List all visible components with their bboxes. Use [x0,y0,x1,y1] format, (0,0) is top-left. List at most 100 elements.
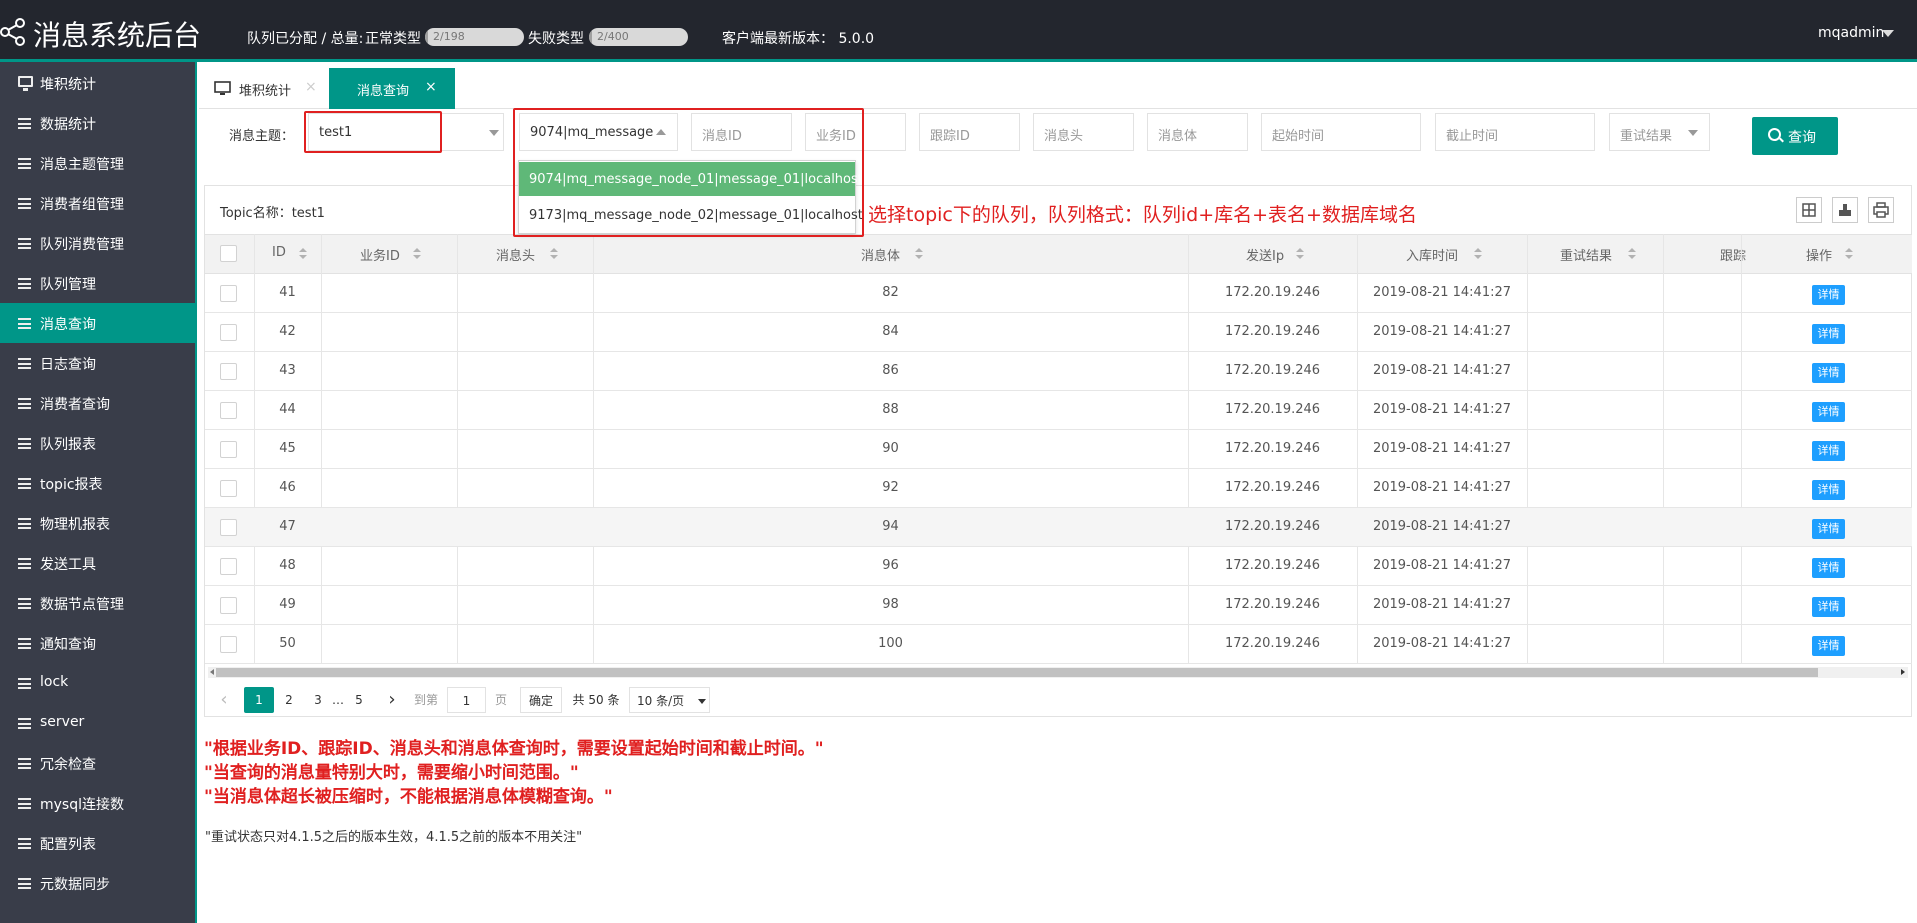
detail-button[interactable]: 详情 [1812,519,1845,539]
sidebar-item[interactable]: 物理机报表 [0,503,197,543]
column-header[interactable]: 操作 [1806,245,1832,264]
goto-page-input[interactable]: 1 [447,687,486,713]
sidebar-item[interactable]: 数据统计 [0,103,197,143]
sidebar-item[interactable]: 队列报表 [0,423,197,463]
row-checkbox[interactable] [220,636,237,653]
sidebar-item[interactable]: 消息主题管理 [0,143,197,183]
page-button-current[interactable]: 1 [244,687,274,713]
sidebar-item[interactable]: lock [0,663,197,703]
sidebar-item[interactable]: 日志查询 [0,343,197,383]
export-icon[interactable] [1832,197,1858,223]
columns-filter-icon[interactable] [1796,197,1822,223]
user-menu[interactable]: mqadmin [1818,25,1884,41]
sort-icon[interactable] [1474,248,1482,260]
sidebar-item[interactable]: 冗余检查 [0,743,197,783]
print-icon[interactable] [1868,197,1894,223]
detail-button[interactable]: 详情 [1812,558,1845,578]
sort-icon[interactable] [299,248,307,260]
row-checkbox[interactable] [220,324,237,341]
page-button[interactable]: 3 [309,687,327,713]
table-row[interactable]: 46 92 172.20.19.246 2019-08-21 14:41:27 详情 [205,469,1912,508]
sidebar-item[interactable]: 队列管理 [0,263,197,303]
page-button[interactable]: 5 [350,687,368,713]
column-header[interactable]: 重试结果 [1560,245,1612,264]
sidebar-item[interactable]: 通知查询 [0,623,197,663]
sort-icon[interactable] [1296,248,1304,260]
row-checkbox[interactable] [220,519,237,536]
column-header[interactable]: 发送Ip [1246,245,1284,264]
column-header[interactable]: 消息体 [861,245,900,264]
detail-button[interactable]: 详情 [1812,636,1845,656]
sidebar-item[interactable]: 消费者组管理 [0,183,197,223]
table-row[interactable]: 47 94 172.20.19.246 2019-08-21 14:41:27 详情 [205,508,1912,547]
trace-id-input[interactable]: 跟踪ID [919,113,1020,151]
tab-backlog-stats[interactable]: 堆积统计 × [199,68,329,109]
row-checkbox[interactable] [220,402,237,419]
next-page-button[interactable]: › [384,687,400,713]
row-checkbox[interactable] [220,285,237,302]
column-header[interactable]: ID [272,245,286,260]
page-size-select[interactable]: 10 条/页 [629,687,710,713]
column-header[interactable]: 入库时间 [1406,245,1458,264]
prev-page-button[interactable]: ‹ [216,687,232,713]
detail-button[interactable]: 详情 [1812,363,1845,383]
table-row[interactable]: 48 96 172.20.19.246 2019-08-21 14:41:27 详情 [205,547,1912,586]
sidebar-item[interactable]: mysql连接数 [0,783,197,823]
tab-message-query[interactable]: 消息查询 × [329,68,455,109]
sort-icon[interactable] [1845,248,1853,260]
table-row[interactable]: 43 86 172.20.19.246 2019-08-21 14:41:27 详情 [205,352,1912,391]
column-header[interactable]: 跟踪 [1720,245,1746,264]
message-head-input[interactable]: 消息头 [1033,113,1134,151]
detail-button[interactable]: 详情 [1812,285,1845,305]
column-header[interactable]: 消息头 [496,245,535,264]
detail-button[interactable]: 详情 [1812,402,1845,422]
table-row[interactable]: 44 88 172.20.19.246 2019-08-21 14:41:27 详情 [205,391,1912,430]
sidebar-item[interactable]: 发送工具 [0,543,197,583]
scrollbar-thumb[interactable] [216,668,1818,677]
table-row[interactable]: 41 82 172.20.19.246 2019-08-21 14:41:27 详情 [205,274,1912,313]
sidebar-item[interactable]: 配置列表 [0,823,197,863]
start-time-input[interactable]: 起始时间 [1261,113,1421,151]
sidebar-item[interactable]: 数据节点管理 [0,583,197,623]
sidebar-item[interactable]: 消息查询 [0,303,197,343]
page-button[interactable]: 2 [280,687,298,713]
table-row[interactable]: 42 84 172.20.19.246 2019-08-21 14:41:27 详情 [205,313,1912,352]
detail-button[interactable]: 详情 [1812,597,1845,617]
row-checkbox[interactable] [220,558,237,575]
sidebar-item[interactable]: server [0,703,197,743]
row-checkbox[interactable] [220,363,237,380]
close-icon[interactable]: × [305,79,317,95]
query-button[interactable]: 查询 [1752,117,1838,155]
horizontal-scrollbar[interactable] [208,667,1908,678]
scroll-left-icon[interactable] [210,669,214,675]
sidebar-item-label: lock [40,674,69,690]
client-version: 客户端最新版本： 5.0.0 [722,31,875,47]
column-header[interactable]: 业务ID [360,245,400,264]
row-checkbox[interactable] [220,597,237,614]
sidebar-item[interactable]: 元数据同步 [0,863,197,903]
table-row[interactable]: 49 98 172.20.19.246 2019-08-21 14:41:27 详情 [205,586,1912,625]
select-all-checkbox[interactable] [220,245,237,262]
sort-icon[interactable] [915,248,923,260]
table-row[interactable]: 50 100 172.20.19.246 2019-08-21 14:41:27 详情 [205,625,1912,664]
goto-confirm-button[interactable]: 确定 [520,687,562,713]
sort-icon[interactable] [413,248,421,260]
end-time-input[interactable]: 截止时间 [1435,113,1595,151]
close-icon[interactable]: × [425,79,437,95]
cell-body: 92 [882,480,899,495]
row-checkbox[interactable] [220,441,237,458]
sort-icon[interactable] [1628,248,1636,260]
sidebar-item[interactable]: topic报表 [0,463,197,503]
scroll-right-icon[interactable] [1901,669,1905,675]
sidebar-item[interactable]: 堆积统计 [0,63,197,103]
sidebar-item[interactable]: 消费者查询 [0,383,197,423]
chevron-down-icon[interactable] [1882,30,1894,37]
detail-button[interactable]: 详情 [1812,324,1845,344]
sort-icon[interactable] [550,248,558,260]
row-checkbox[interactable] [220,480,237,497]
table-row[interactable]: 45 90 172.20.19.246 2019-08-21 14:41:27 详情 [205,430,1912,469]
detail-button[interactable]: 详情 [1812,480,1845,500]
message-body-input[interactable]: 消息体 [1147,113,1248,151]
sidebar-item[interactable]: 队列消费管理 [0,223,197,263]
detail-button[interactable]: 详情 [1812,441,1845,461]
